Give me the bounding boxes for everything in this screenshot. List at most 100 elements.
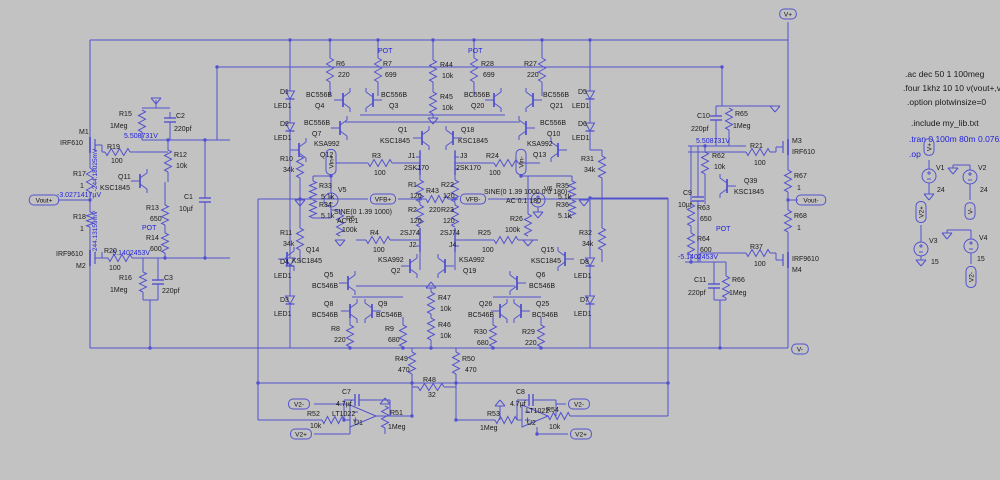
capacitor-symbol[interactable]	[199, 194, 211, 206]
ground-symbol-up[interactable]	[380, 398, 390, 404]
resistor-symbol[interactable]	[297, 228, 304, 250]
net-label-port[interactable]: V2-	[289, 399, 310, 409]
bjt-transistor-symbol[interactable]	[526, 88, 542, 112]
bjt-transistor-symbol[interactable]	[551, 138, 567, 162]
resistor-symbol[interactable]	[310, 200, 317, 218]
net-label-port[interactable]: V2+	[291, 429, 312, 439]
ground-symbol[interactable]	[579, 200, 589, 206]
ground-symbol-up[interactable]	[426, 282, 436, 288]
resistor-symbol[interactable]	[490, 325, 497, 347]
component-label: BC546B	[532, 312, 558, 319]
resistor-symbol[interactable]	[538, 325, 545, 347]
component-label: R21	[750, 143, 763, 150]
component-label: Q7	[312, 131, 321, 138]
ground-symbol-up[interactable]	[495, 400, 505, 406]
component-label: 1Meg	[110, 123, 128, 130]
net-label-port[interactable]: V2+	[571, 429, 592, 439]
resistor-symbol[interactable]	[599, 156, 606, 178]
resistor-symbol[interactable]	[726, 108, 733, 130]
net-label-port[interactable]: V+	[780, 9, 797, 19]
capacitor-symbol[interactable]	[692, 193, 704, 205]
bjt-transistor-symbol[interactable]	[366, 88, 382, 112]
resistor-symbol[interactable]	[688, 233, 695, 255]
bjt-transistor-symbol[interactable]	[339, 271, 355, 295]
resistor-symbol[interactable]	[430, 92, 437, 114]
resistor-symbol[interactable]	[375, 58, 382, 82]
resistor-symbol[interactable]	[368, 160, 392, 167]
resistor-symbol[interactable]	[471, 58, 478, 82]
schematic-canvas[interactable]: .ac dec 50 1 100meg.four 1khz 10 10 v(vo…	[0, 0, 1000, 480]
net-label-port[interactable]: V2+	[916, 202, 926, 223]
bjt-transistor-symbol[interactable]	[131, 169, 147, 193]
net-label-port[interactable]: V-	[965, 203, 975, 220]
bjt-transistor-symbol[interactable]	[341, 299, 357, 323]
ground-symbol[interactable]	[335, 240, 345, 246]
resistor-symbol[interactable]	[400, 325, 407, 347]
capacitor-symbol[interactable]	[152, 276, 164, 288]
resistor-symbol[interactable]	[366, 237, 390, 244]
resistor-symbol[interactable]	[525, 214, 532, 236]
bjt-transistor-symbol[interactable]	[438, 254, 454, 278]
mosfet-symbol[interactable]	[776, 248, 788, 272]
resistor-symbol[interactable]	[310, 181, 317, 199]
bjt-transistor-symbol[interactable]	[514, 299, 530, 323]
resistor-symbol[interactable]	[702, 152, 709, 174]
voltage-source-symbol[interactable]	[914, 242, 928, 256]
component-label: 5.1k	[558, 213, 572, 220]
bjt-transistor-symbol[interactable]	[519, 116, 535, 140]
bjt-transistor-symbol[interactable]	[510, 271, 526, 295]
voltage-source-symbol[interactable]	[964, 239, 978, 253]
resistor-symbol[interactable]	[494, 237, 518, 244]
voltage-source-symbol[interactable]	[922, 169, 936, 183]
resistor-symbol[interactable]	[162, 233, 169, 253]
resistor-symbol[interactable]	[418, 384, 444, 391]
component-label: 15	[977, 256, 985, 263]
resistor-symbol[interactable]	[297, 156, 304, 178]
resistor-symbol[interactable]	[453, 352, 460, 374]
ground-symbol[interactable]	[924, 194, 934, 200]
resistor-symbol[interactable]	[494, 160, 518, 167]
capacitor-symbol[interactable]	[710, 112, 722, 124]
bjt-transistor-symbol[interactable]	[413, 126, 429, 150]
net-label-port[interactable]: Vout+	[29, 195, 59, 205]
resistor-symbol[interactable]	[785, 170, 792, 192]
net-label-port[interactable]: V2-	[569, 399, 590, 409]
resistor-symbol[interactable]	[599, 228, 606, 250]
ground-symbol[interactable]	[428, 118, 438, 124]
component-label: Q5	[324, 272, 333, 279]
resistor-symbol[interactable]	[430, 60, 437, 82]
net-label-port[interactable]: Vout-	[796, 195, 826, 205]
schematic-svg[interactable]: .ac dec 50 1 100meg.four 1khz 10 10 v(vo…	[0, 0, 1000, 480]
ground-symbol[interactable]	[942, 233, 952, 239]
resistor-symbol[interactable]	[785, 210, 792, 232]
net-label-port[interactable]: V-	[792, 344, 809, 354]
net-label-port[interactable]: VFB+	[370, 194, 395, 204]
ground-symbol[interactable]	[916, 260, 926, 266]
bjt-transistor-symbol[interactable]	[331, 116, 347, 140]
capacitor-symbol[interactable]	[708, 280, 720, 292]
component-label: SINE(0 1.39 1000 0 0 180)	[484, 189, 567, 196]
net-label-port[interactable]: VFB-	[460, 194, 485, 204]
component-label: R62	[712, 153, 725, 160]
ground-symbol[interactable]	[770, 106, 780, 112]
resistor-symbol[interactable]	[428, 318, 435, 340]
resistor-symbol[interactable]	[139, 110, 146, 132]
resistor-symbol[interactable]	[539, 58, 546, 82]
component-label: 1	[797, 225, 801, 232]
ground-symbol[interactable]	[523, 240, 533, 246]
component-label: 650	[700, 216, 712, 223]
component-label: 10k	[442, 73, 454, 80]
resistor-symbol[interactable]	[327, 58, 334, 82]
net-label-text: V2+	[295, 432, 307, 439]
resistor-symbol[interactable]	[140, 272, 147, 292]
bjt-transistor-symbol[interactable]	[334, 88, 350, 112]
resistor-symbol[interactable]	[162, 205, 169, 225]
ground-symbol[interactable]	[533, 212, 543, 218]
mosfet-symbol[interactable]	[776, 135, 788, 159]
resistor-symbol[interactable]	[347, 325, 354, 347]
net-label-port[interactable]: V2-	[966, 267, 976, 288]
resistor-symbol[interactable]	[165, 150, 172, 172]
resistor-symbol[interactable]	[428, 292, 435, 314]
ground-symbol[interactable]	[948, 168, 958, 174]
voltage-source-symbol[interactable]	[963, 170, 977, 184]
